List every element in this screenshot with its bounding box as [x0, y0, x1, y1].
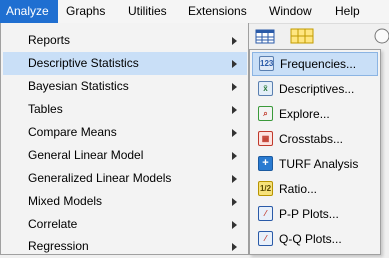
menu-analyze[interactable]: Analyze	[0, 0, 58, 23]
submenu-item-frequencies[interactable]: 123 Frequencies...	[252, 52, 378, 76]
menu-item-bayesian-statistics[interactable]: Bayesian Statistics	[3, 75, 247, 98]
pp-plots-icon: ⁄	[258, 206, 273, 221]
menu-item-label: Compare Means	[28, 125, 117, 139]
menu-item-generalized-linear-models[interactable]: Generalized Linear Models	[3, 167, 247, 190]
submenu-arrow-icon	[232, 60, 237, 68]
descriptives-icon: x̄	[258, 81, 273, 96]
submenu-item-label: Crosstabs...	[279, 132, 344, 146]
submenu-item-qq-plots[interactable]: ⁄ Q-Q Plots...	[252, 227, 378, 251]
menu-item-label: Bayesian Statistics	[28, 79, 129, 93]
submenu-item-label: Frequencies...	[280, 57, 357, 71]
menu-item-reports[interactable]: Reports	[3, 29, 247, 52]
menu-item-mixed-models[interactable]: Mixed Models	[3, 190, 247, 213]
menu-bar: Analyze Graphs Utilities Extensions Wind…	[0, 0, 389, 24]
menu-item-descriptive-statistics[interactable]: Descriptive Statistics	[3, 52, 247, 75]
qq-plots-icon: ⁄	[258, 231, 273, 246]
submenu-item-explore[interactable]: ⌕ Explore...	[252, 102, 378, 126]
menu-item-label: Mixed Models	[28, 194, 103, 208]
crosstabs-icon: ▦	[258, 131, 273, 146]
submenu-item-ratio[interactable]: 1/2 Ratio...	[252, 177, 378, 201]
submenu-item-pp-plots[interactable]: ⁄ P-P Plots...	[252, 202, 378, 226]
submenu-item-label: Explore...	[279, 107, 330, 121]
submenu-item-label: Descriptives...	[279, 82, 355, 96]
submenu-item-turf-analysis[interactable]: + TURF Analysis	[252, 152, 378, 176]
menu-window[interactable]: Window	[263, 0, 318, 23]
menu-extensions[interactable]: Extensions	[182, 0, 253, 23]
menu-item-general-linear-model[interactable]: General Linear Model	[3, 144, 247, 167]
menu-item-label: Regression	[28, 239, 89, 253]
menu-item-label: Reports	[28, 33, 71, 47]
menu-help[interactable]: Help	[329, 0, 366, 23]
ratio-icon: 1/2	[258, 181, 273, 196]
menu-item-label: Tables	[28, 102, 63, 116]
data-grid-icon[interactable]	[255, 28, 275, 44]
menu-item-correlate[interactable]: Correlate	[3, 213, 247, 236]
menu-item-label: Correlate	[28, 217, 78, 231]
submenu-arrow-icon	[232, 198, 237, 206]
submenu-item-crosstabs[interactable]: ▦ Crosstabs...	[252, 127, 378, 151]
submenu-arrow-icon	[232, 152, 237, 160]
descriptive-statistics-submenu: 123 Frequencies... x̄ Descriptives... ⌕ …	[249, 49, 381, 255]
submenu-arrow-icon	[232, 175, 237, 183]
explore-icon: ⌕	[258, 106, 273, 121]
submenu-item-label: TURF Analysis	[279, 157, 359, 171]
submenu-item-label: Ratio...	[279, 182, 318, 196]
menu-graphs[interactable]: Graphs	[60, 0, 111, 23]
turf-icon: +	[258, 156, 273, 171]
submenu-arrow-icon	[232, 129, 237, 137]
submenu-arrow-icon	[232, 106, 237, 114]
submenu-arrow-icon	[232, 243, 237, 251]
submenu-item-descriptives[interactable]: x̄ Descriptives...	[252, 77, 378, 101]
submenu-item-label: Q-Q Plots...	[279, 232, 342, 246]
menu-item-tables[interactable]: Tables	[3, 98, 247, 121]
frequencies-icon: 123	[259, 56, 274, 71]
submenu-item-label: P-P Plots...	[279, 207, 339, 221]
menu-item-label: General Linear Model	[28, 148, 144, 162]
menu-item-label: Generalized Linear Models	[28, 171, 172, 185]
submenu-arrow-icon	[232, 37, 237, 45]
value-labels-icon[interactable]	[290, 28, 314, 44]
circle-icon[interactable]	[367, 28, 389, 44]
analyze-menu: Reports Descriptive Statistics Bayesian …	[0, 23, 249, 255]
menu-item-label: Descriptive Statistics	[28, 56, 139, 70]
menu-item-compare-means[interactable]: Compare Means	[3, 121, 247, 144]
submenu-arrow-icon	[232, 221, 237, 229]
menu-utilities[interactable]: Utilities	[122, 0, 173, 23]
submenu-arrow-icon	[232, 83, 237, 91]
